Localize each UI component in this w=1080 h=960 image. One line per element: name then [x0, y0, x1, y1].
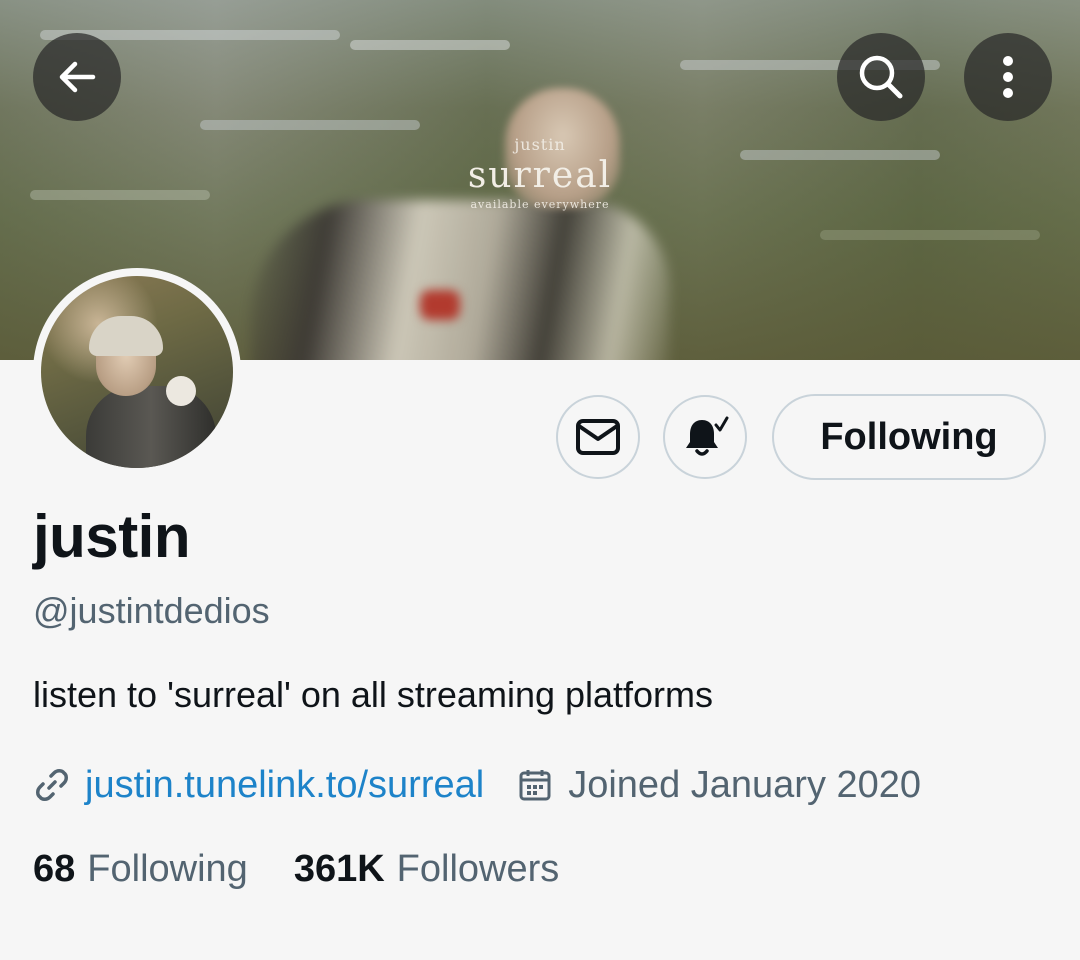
profile-page: justin surreal available everywhere Foll… — [0, 0, 1080, 960]
search-button[interactable] — [837, 33, 925, 121]
followers-count: 361K — [293, 848, 385, 890]
banner-figure-accent — [420, 290, 460, 320]
banner-title-text: surreal — [467, 155, 613, 196]
profile-stats: 68 Following 361K Followers — [33, 848, 559, 891]
profile-bio: listen to 'surreal' on all streaming pla… — [33, 674, 714, 715]
profile-link[interactable]: justin.tunelink.to/surreal — [85, 764, 484, 807]
envelope-icon — [576, 419, 620, 455]
joined-date-text: Joined January 2020 — [568, 763, 922, 806]
followers-stat[interactable]: 361K Followers — [294, 848, 559, 891]
calendar-icon — [519, 770, 551, 801]
avatar-image — [41, 276, 233, 468]
banner-album-text: justin surreal available everywhere — [440, 135, 640, 211]
notifications-button[interactable] — [663, 395, 747, 479]
link-icon — [36, 769, 68, 801]
message-button[interactable] — [556, 395, 640, 479]
more-vertical-icon — [1003, 56, 1013, 98]
profile-name: justin — [33, 503, 191, 570]
banner-subtitle-text: available everywhere — [470, 198, 610, 211]
banner-artist-text: justin — [514, 135, 566, 154]
back-button[interactable] — [33, 33, 121, 121]
avatar[interactable] — [33, 268, 241, 476]
joined-date: Joined January 2020 — [518, 764, 921, 807]
following-count: 68 — [33, 848, 76, 890]
arrow-left-icon — [59, 61, 96, 93]
following-button[interactable]: Following — [772, 394, 1046, 480]
search-icon — [859, 55, 903, 99]
profile-meta: justin.tunelink.to/surreal Joined Januar… — [33, 762, 921, 808]
profile-handle: @justintdedios — [33, 590, 270, 631]
followers-label: Followers — [396, 848, 560, 890]
bell-check-icon — [686, 416, 729, 456]
following-label: Following — [87, 848, 248, 890]
following-stat[interactable]: 68 Following — [33, 848, 248, 891]
more-button[interactable] — [964, 33, 1052, 121]
banner-figure — [250, 200, 670, 360]
